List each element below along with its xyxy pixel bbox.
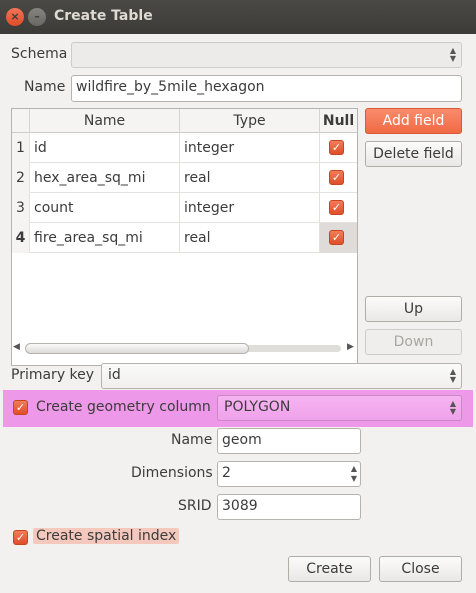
delete-field-button[interactable]: Delete field xyxy=(365,141,462,167)
header-null[interactable]: Null xyxy=(320,109,357,133)
table-row[interactable]: 2 hex_area_sq_mi real ✓ xyxy=(12,163,357,193)
primary-key-value: id xyxy=(108,367,121,383)
primary-key-dropdown[interactable]: id ▲ ▼ xyxy=(101,363,462,389)
horizontal-scrollbar[interactable]: ◀ ▶ xyxy=(11,341,358,355)
null-cell: ✓ xyxy=(320,163,357,193)
table-row[interactable]: 3 count integer ✓ xyxy=(12,193,357,223)
geometry-name-label: Name xyxy=(171,432,213,448)
field-name-cell[interactable]: fire_area_sq_mi xyxy=(30,223,180,253)
up-button[interactable]: Up xyxy=(365,296,462,322)
dimensions-value: 2 xyxy=(222,465,231,481)
create-geometry-label[interactable]: Create geometry column xyxy=(33,399,214,415)
scroll-thumb[interactable] xyxy=(25,343,249,354)
schema-label: Schema xyxy=(11,46,68,62)
table-name-input[interactable]: wildfire_by_5mile_hexagon xyxy=(71,75,462,102)
minimize-window-icon[interactable]: – xyxy=(28,8,46,26)
down-button[interactable]: Down xyxy=(365,329,462,355)
scroll-right-icon[interactable]: ▶ xyxy=(347,342,354,352)
close-button[interactable]: Close xyxy=(379,556,462,582)
field-type-cell[interactable]: integer xyxy=(180,193,320,223)
create-geometry-checkbox[interactable]: ✓ xyxy=(13,400,28,415)
field-type-cell[interactable]: integer xyxy=(180,133,320,163)
null-cell: ✓ xyxy=(320,133,357,163)
geometry-type-value: POLYGON xyxy=(224,399,291,415)
null-checkbox[interactable]: ✓ xyxy=(329,140,344,155)
null-checkbox[interactable]: ✓ xyxy=(329,230,344,245)
row-number: 2 xyxy=(12,163,30,193)
add-field-button[interactable]: Add field xyxy=(365,108,462,134)
schema-dropdown[interactable]: ▲ ▼ xyxy=(71,42,462,68)
geometry-name-input[interactable]: geom xyxy=(217,428,361,454)
scroll-left-icon[interactable]: ◀ xyxy=(13,342,20,352)
dimensions-spinbox[interactable]: 2 ▲ ▼ xyxy=(217,461,361,487)
window-title: Create Table xyxy=(54,8,153,24)
null-checkbox[interactable]: ✓ xyxy=(329,170,344,185)
table-row[interactable]: 1 id integer ✓ xyxy=(12,133,357,163)
row-number: 3 xyxy=(12,193,30,223)
header-rownum xyxy=(12,109,30,133)
combo-arrows-icon: ▲ ▼ xyxy=(449,367,456,384)
null-checkbox[interactable]: ✓ xyxy=(329,200,344,215)
table-header: Name Type Null xyxy=(12,109,357,133)
null-cell: ✓ xyxy=(320,223,357,253)
primary-key-label: Primary key xyxy=(11,367,95,383)
create-spatial-index-label[interactable]: Create spatial index xyxy=(33,528,180,544)
create-spatial-index-checkbox[interactable]: ✓ xyxy=(13,530,28,545)
title-bar: × – Create Table xyxy=(0,0,476,34)
field-name-cell[interactable]: count xyxy=(30,193,180,223)
table-row[interactable]: 4 fire_area_sq_mi real ✓ xyxy=(12,223,357,253)
header-name[interactable]: Name xyxy=(30,109,180,133)
dimensions-label: Dimensions xyxy=(131,465,213,481)
combo-arrows-icon: ▲ ▼ xyxy=(449,399,456,416)
null-cell: ✓ xyxy=(320,193,357,223)
fields-table[interactable]: Name Type Null 1 id integer ✓ 2 hex_area… xyxy=(11,108,358,366)
header-type[interactable]: Type xyxy=(180,109,320,133)
row-number: 1 xyxy=(12,133,30,163)
srid-input[interactable]: 3089 xyxy=(217,494,361,520)
spin-arrows-icon[interactable]: ▲ ▼ xyxy=(351,464,357,484)
field-type-cell[interactable]: real xyxy=(180,223,320,253)
srid-label: SRID xyxy=(178,498,212,514)
close-window-icon[interactable]: × xyxy=(6,8,24,26)
combo-arrows-icon: ▲ ▼ xyxy=(449,46,456,63)
field-type-cell[interactable]: real xyxy=(180,163,320,193)
row-number: 4 xyxy=(12,223,30,253)
name-label: Name xyxy=(24,79,66,95)
geometry-type-dropdown[interactable]: POLYGON ▲ ▼ xyxy=(217,395,462,421)
create-button[interactable]: Create xyxy=(288,556,371,582)
field-name-cell[interactable]: hex_area_sq_mi xyxy=(30,163,180,193)
field-name-cell[interactable]: id xyxy=(30,133,180,163)
